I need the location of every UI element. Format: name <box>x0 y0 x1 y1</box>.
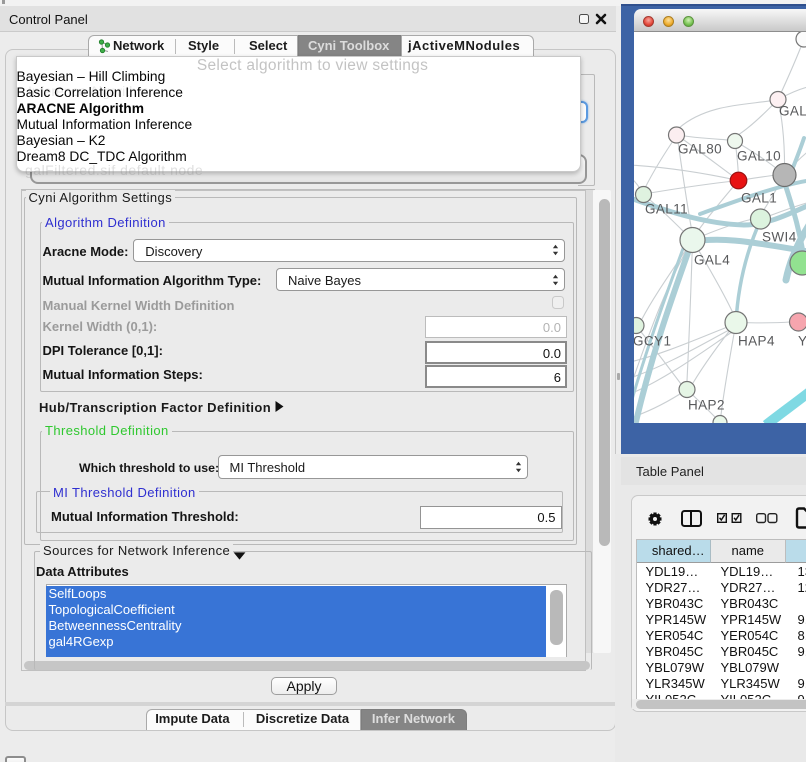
svg-text:HAP2: HAP2 <box>688 397 725 412</box>
svg-text:GAL4: GAL4 <box>694 252 730 267</box>
svg-text:SWI4: SWI4 <box>762 229 797 244</box>
svg-text:YB: YB <box>798 333 806 348</box>
svg-text:HAP4: HAP4 <box>738 333 775 348</box>
svg-text:GAL2: GAL2 <box>779 103 806 118</box>
svg-text:GAL10: GAL10 <box>737 148 781 163</box>
svg-text:GAL1: GAL1 <box>741 190 777 205</box>
svg-text:GAL80: GAL80 <box>678 141 722 156</box>
svg-text:GAL11: GAL11 <box>645 201 688 216</box>
svg-text:GCY1: GCY1 <box>634 333 671 348</box>
